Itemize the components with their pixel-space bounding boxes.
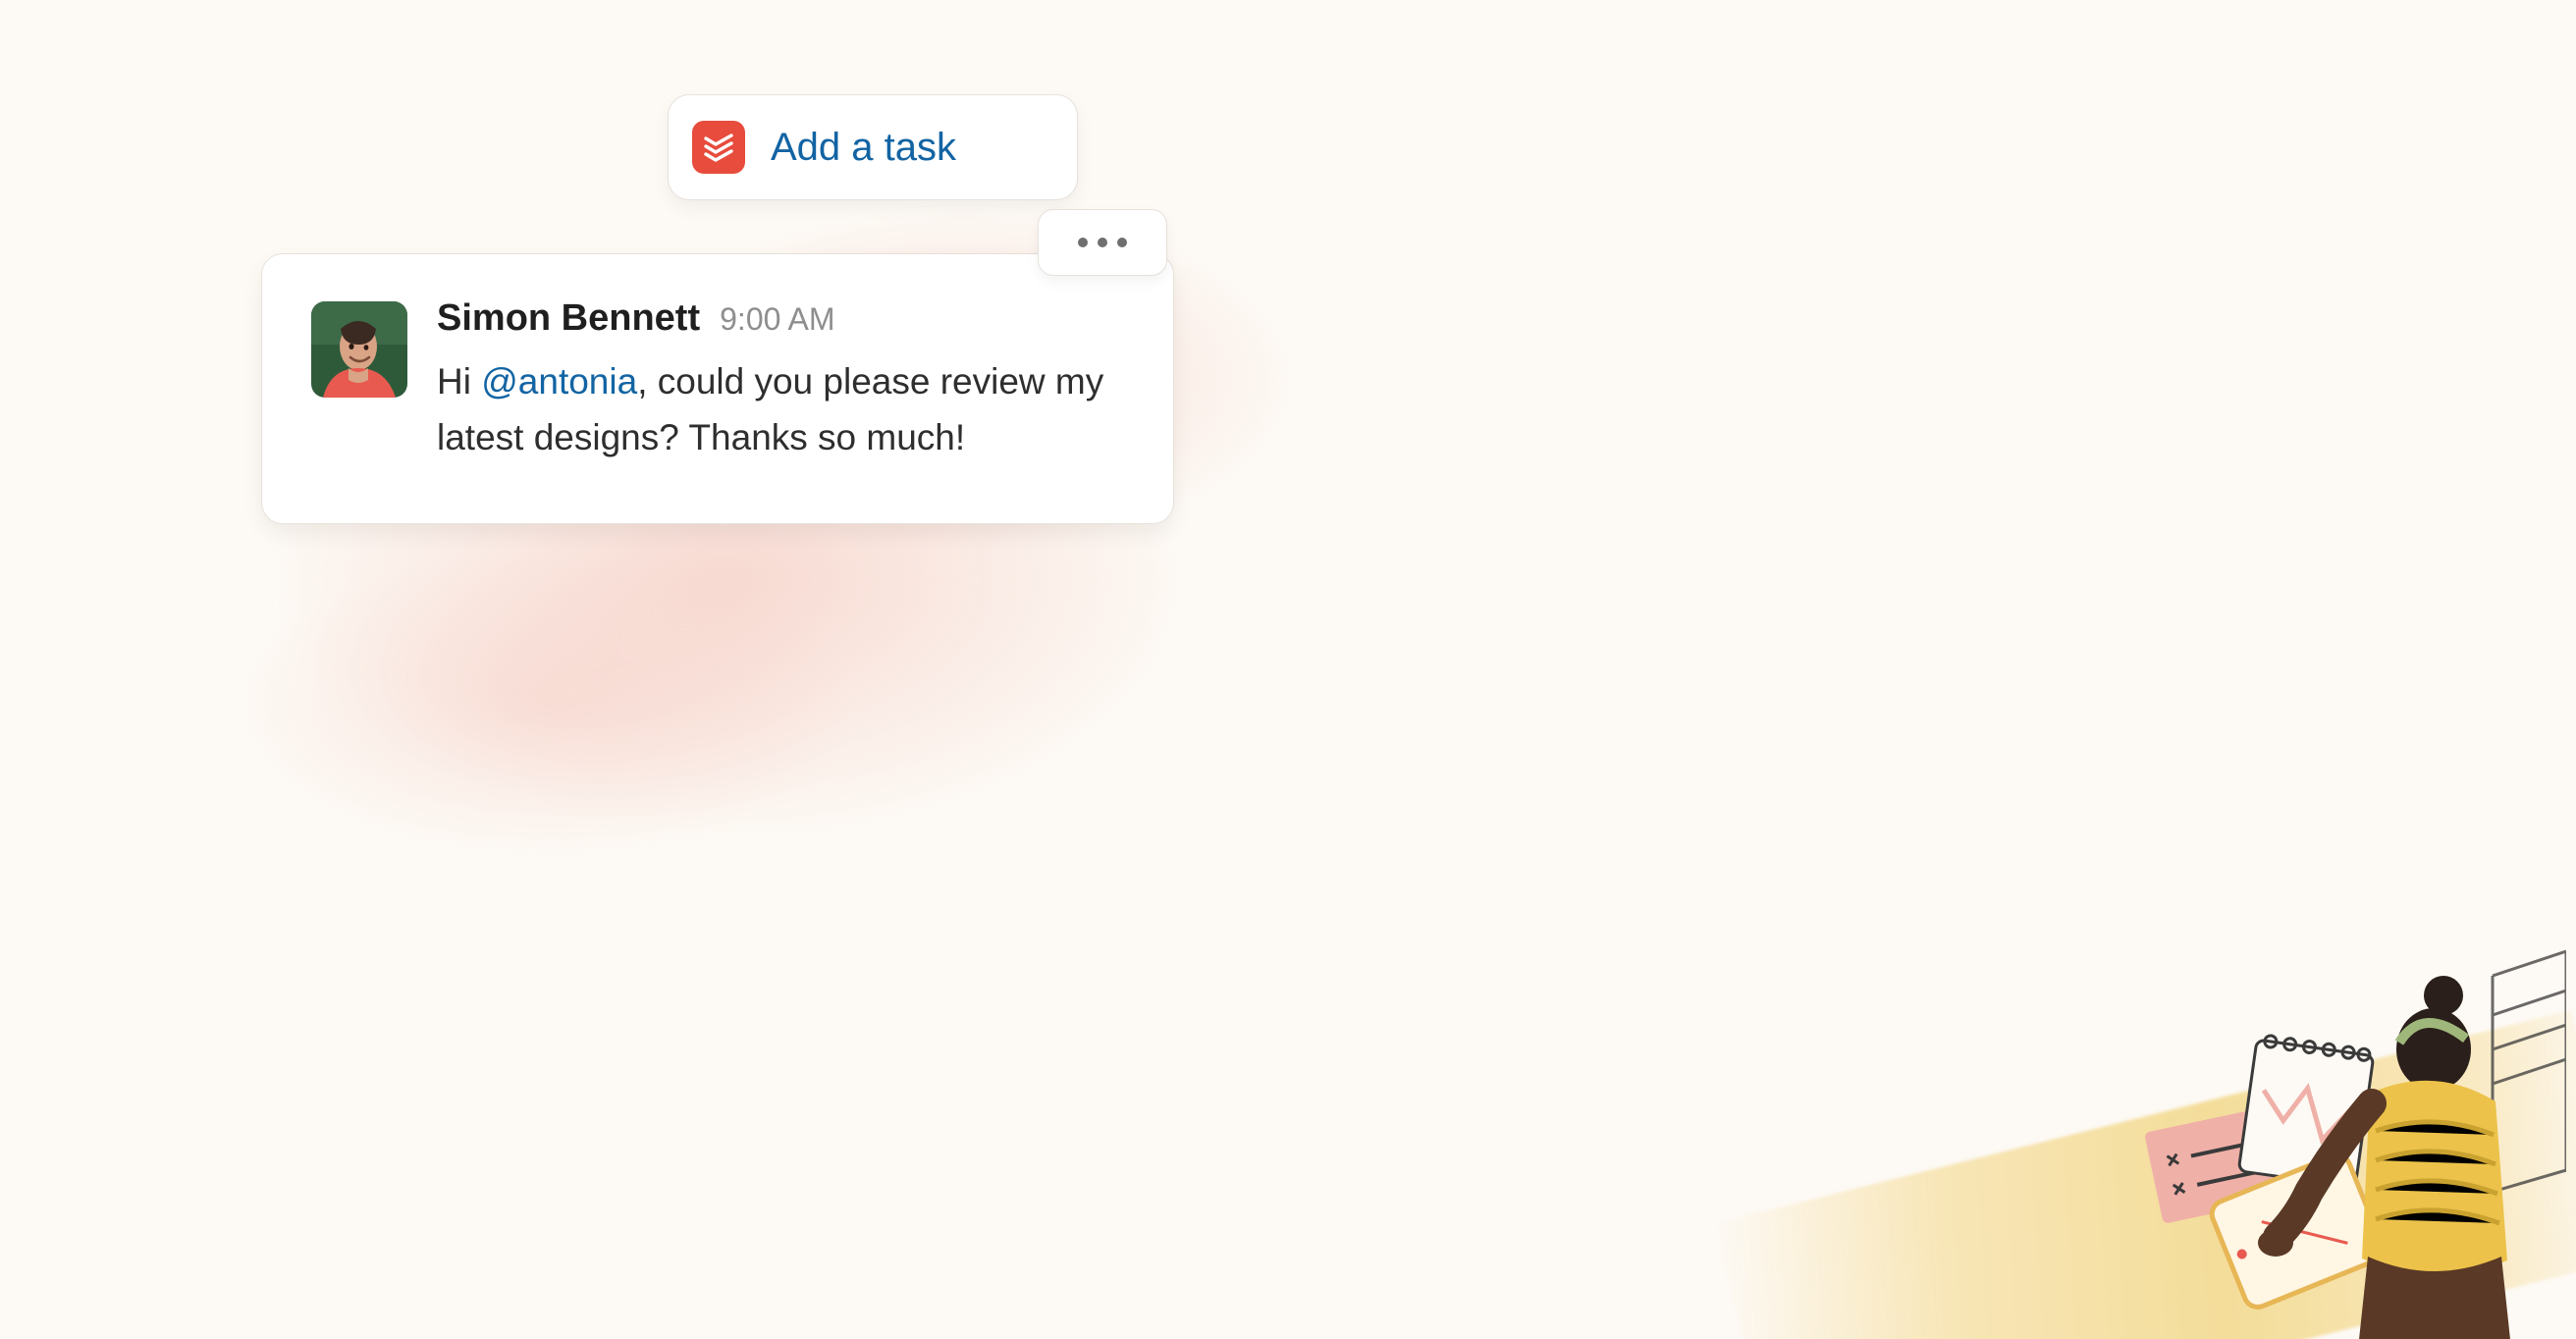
todoist-icon: [692, 121, 745, 174]
more-actions-button[interactable]: [1038, 209, 1167, 276]
message-sender[interactable]: Simon Bennett: [437, 297, 700, 340]
mention[interactable]: @antonia: [481, 361, 637, 402]
message-time: 9:00 AM: [720, 301, 834, 338]
add-task-action[interactable]: Add a task: [668, 94, 1078, 200]
avatar[interactable]: [311, 301, 407, 398]
message-text: Hi @antonia, could you please review my …: [437, 353, 1124, 466]
chat-message: Simon Bennett 9:00 AM Hi @antonia, could…: [261, 253, 1174, 524]
more-icon: [1098, 238, 1107, 247]
person-illustration: [2105, 937, 2566, 1339]
more-icon: [1117, 238, 1127, 247]
message-text-pre: Hi: [437, 361, 481, 402]
paint-streak: [1714, 1010, 2576, 1339]
more-icon: [1078, 238, 1088, 247]
add-task-label: Add a task: [771, 126, 956, 170]
